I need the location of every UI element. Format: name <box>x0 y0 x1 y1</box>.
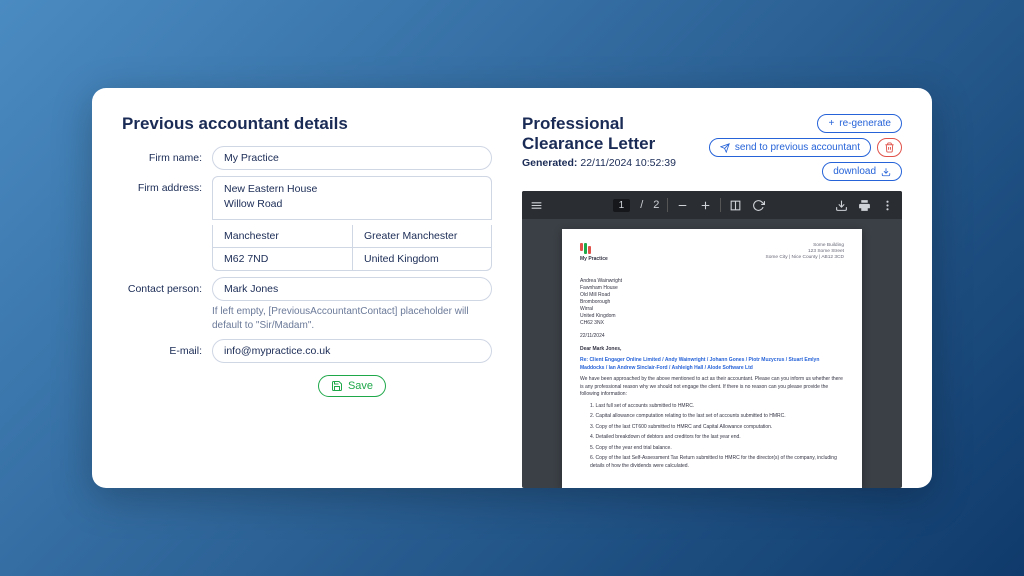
firm-address-label: Firm address: <box>122 176 212 194</box>
save-button[interactable]: Save <box>318 375 386 397</box>
list-item: 2. Capital allowance computation relatin… <box>590 413 844 421</box>
doc-date: 22/11/2024 <box>580 333 844 340</box>
street-input[interactable] <box>212 176 492 220</box>
zoom-in-icon[interactable] <box>699 199 712 212</box>
pdf-toolbar: 1 / 2 <box>522 191 902 219</box>
list-item: 1. Last full set of accounts submitted t… <box>590 403 844 411</box>
request-list: 1. Last full set of accounts submitted t… <box>580 403 844 471</box>
firm-name-label: Firm name: <box>122 146 212 164</box>
re-line: Re: Client Engager Online Limited / Andy… <box>580 357 844 372</box>
download-button[interactable]: download <box>822 162 902 181</box>
print-icon[interactable] <box>858 199 871 212</box>
page-total: 2 <box>653 199 659 211</box>
list-item: 5. Copy of the year end trial balance. <box>590 445 844 453</box>
postcode-input[interactable] <box>212 248 352 271</box>
more-icon[interactable] <box>881 199 894 212</box>
firm-name-input[interactable] <box>212 146 492 170</box>
left-title: Previous accountant details <box>122 114 492 134</box>
delete-button[interactable] <box>877 138 902 157</box>
recipient-address: Andrea Wainwright Fawnham House Old Mill… <box>580 278 844 327</box>
generated-line: Generated: 22/11/2024 10:52:39 <box>522 157 699 169</box>
actions: +re-generate send to previous accountant… <box>709 114 902 181</box>
list-item: 4. Detailed breakdown of debtors and cre… <box>590 434 844 442</box>
pdf-viewer: 1 / 2 <box>522 191 902 488</box>
download-icon <box>881 167 891 177</box>
main-card: Previous accountant details Firm name: F… <box>92 88 932 488</box>
doc-scroll[interactable]: My Practice Some Building 123 Some Stree… <box>522 219 902 488</box>
fit-page-icon[interactable] <box>729 199 742 212</box>
save-button-label: Save <box>348 380 373 392</box>
zoom-out-icon[interactable] <box>676 199 689 212</box>
contact-label: Contact person: <box>122 277 212 295</box>
menu-icon[interactable] <box>530 199 543 212</box>
right-title: Professional Clearance Letter <box>522 114 699 153</box>
page-current[interactable]: 1 <box>613 199 631 212</box>
regenerate-button[interactable]: +re-generate <box>817 114 902 133</box>
send-icon <box>720 143 730 153</box>
plus-icon: + <box>828 118 834 129</box>
right-panel: Professional Clearance Letter Generated:… <box>522 114 902 488</box>
region-input[interactable] <box>352 225 492 248</box>
rotate-icon[interactable] <box>752 199 765 212</box>
page-sep: / <box>640 199 643 211</box>
contact-hint: If left empty, [PreviousAccountantContac… <box>212 305 492 333</box>
list-item: 6. Copy of the last Self-Assessment Tax … <box>590 455 844 470</box>
save-icon <box>331 380 343 392</box>
country-input[interactable] <box>352 248 492 271</box>
toolbar-download-icon[interactable] <box>835 199 848 212</box>
email-label: E-mail: <box>122 339 212 357</box>
send-button[interactable]: send to previous accountant <box>709 138 871 157</box>
contact-input[interactable] <box>212 277 492 301</box>
document-page: My Practice Some Building 123 Some Stree… <box>562 229 862 488</box>
city-input[interactable] <box>212 225 352 248</box>
intro-para: We have been approached by the above men… <box>580 376 844 399</box>
email-input[interactable] <box>212 339 492 363</box>
left-panel: Previous accountant details Firm name: F… <box>122 114 492 488</box>
list-item: 3. Copy of the last CT600 submitted to H… <box>590 424 844 432</box>
sender-address: Some Building 123 Some Street Some City … <box>766 243 844 262</box>
trash-icon <box>884 142 895 153</box>
salutation: Dear Mark Jones, <box>580 346 844 354</box>
logo: My Practice <box>580 243 608 264</box>
